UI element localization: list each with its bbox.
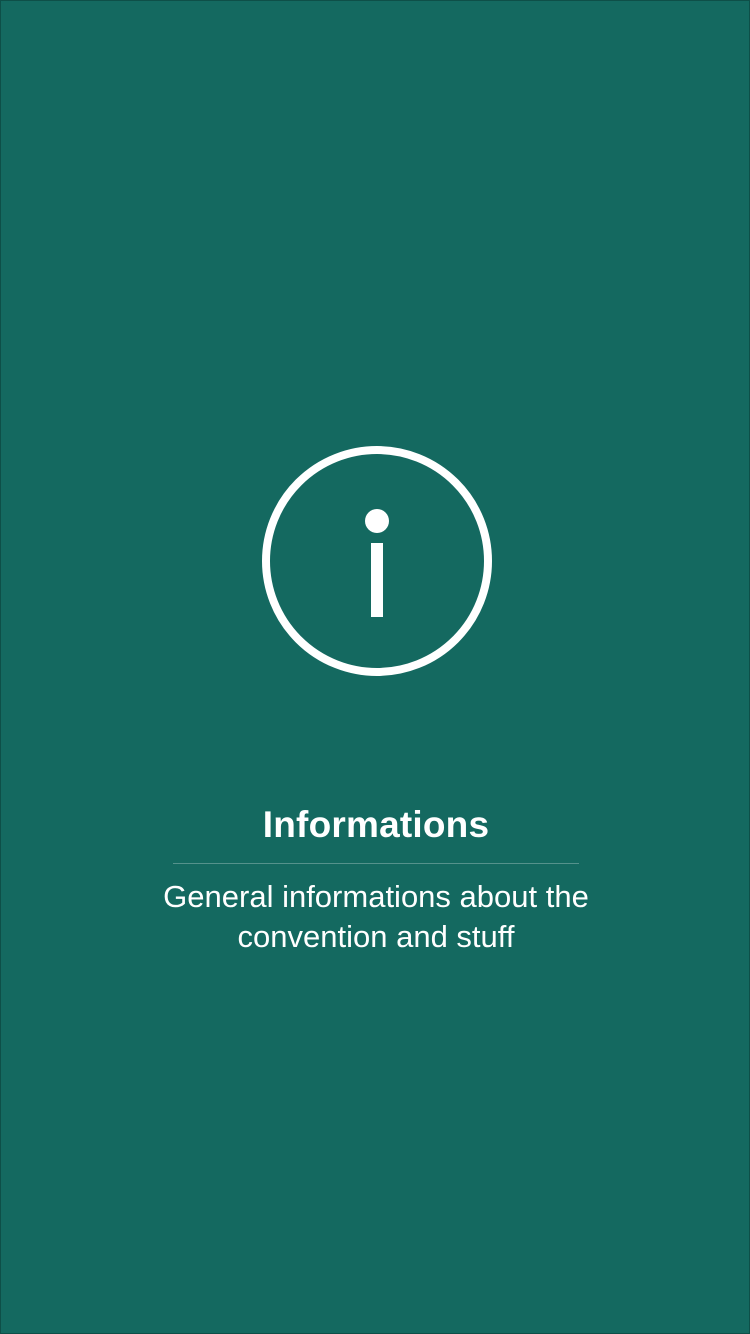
divider <box>173 863 579 864</box>
page-title: Informations <box>262 804 490 845</box>
info-circle-icon <box>261 445 493 677</box>
onboarding-screen: Informations General informations about … <box>0 0 750 1334</box>
page-description: General informations about the conventio… <box>163 879 589 954</box>
